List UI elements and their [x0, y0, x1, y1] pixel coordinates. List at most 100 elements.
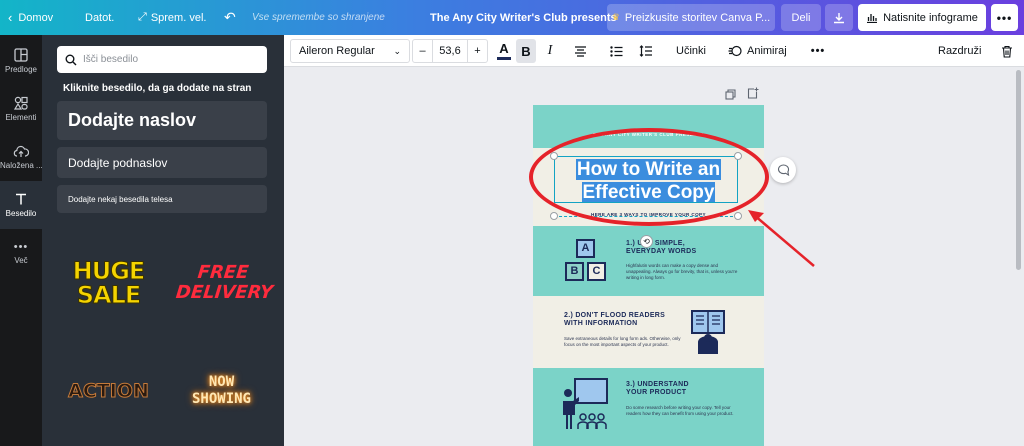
- font-family-select[interactable]: Aileron Regular ⌄: [290, 39, 410, 63]
- preset-free-delivery[interactable]: FREE DELIVERY: [169, 247, 274, 319]
- annotation-arrow-icon: [748, 210, 815, 267]
- chevron-down-icon: ⌄: [393, 45, 401, 56]
- home-link[interactable]: ‹ Domov: [8, 0, 53, 35]
- print-infographic-button[interactable]: Natisnite infograme: [858, 4, 986, 31]
- font-size-decrease[interactable]: –: [413, 40, 433, 62]
- upload-icon: [13, 145, 29, 157]
- rail-label: Elementi: [5, 113, 37, 122]
- text-color-button[interactable]: A: [494, 39, 514, 63]
- add-comment-button[interactable]: [770, 157, 796, 183]
- rail-label: Besedilo: [5, 209, 37, 218]
- font-size-value[interactable]: 53,6: [433, 45, 467, 57]
- text-panel: Kliknite besedilo, da ga dodate na stran…: [42, 35, 284, 446]
- preset-action[interactable]: ACTION: [56, 355, 161, 427]
- more-icon: •••: [13, 241, 29, 253]
- resize-label: Sprem. vel.: [150, 11, 207, 24]
- tip2-title-a: 2.) DON'T FLOOD READERS: [564, 312, 666, 319]
- search-icon: [65, 54, 77, 65]
- share-label: Deli: [791, 11, 811, 24]
- document-title[interactable]: The Any City Writer's Club presents: [430, 0, 617, 35]
- format-toolbar: Aileron Regular ⌄ – 53,6 + A B I Učinki …: [284, 35, 1024, 67]
- duplicate-page-button[interactable]: [725, 87, 736, 105]
- animate-label: Animiraj: [747, 45, 787, 57]
- line-spacing-icon: [639, 45, 652, 57]
- preset-label: ACTION: [68, 380, 150, 403]
- list-button[interactable]: [606, 39, 626, 63]
- block-c: C: [587, 262, 606, 281]
- effects-button[interactable]: Učinki: [676, 39, 706, 63]
- tip1-body[interactable]: Highfalutin words can make a copy dense …: [626, 263, 744, 281]
- rail-item-elements[interactable]: Elementi: [0, 85, 42, 133]
- abc-blocks-icon: A B C: [562, 239, 612, 289]
- preset-label: NOW SHOWING: [191, 374, 251, 407]
- panel-hint: Kliknite besedilo, da ga dodate na stran: [63, 83, 252, 94]
- presentation-icon: [563, 378, 608, 429]
- tip3-title-b: YOUR PRODUCT: [626, 389, 687, 396]
- comment-icon: [777, 164, 789, 176]
- bar-chart-icon: [867, 14, 878, 23]
- font-size-increase[interactable]: +: [467, 40, 487, 62]
- font-size-control: – 53,6 +: [412, 39, 488, 63]
- resize-handle-bl[interactable]: [550, 212, 558, 220]
- rotate-handle[interactable]: ⟲: [640, 235, 653, 248]
- home-label: Domov: [18, 11, 54, 24]
- alignment-button[interactable]: [570, 39, 590, 63]
- rail-label: Predloge: [4, 65, 38, 74]
- rail-item-more[interactable]: ••• Več: [0, 229, 42, 277]
- tip1-title-b: EVERYDAY WORDS: [626, 248, 697, 255]
- undo-button[interactable]: ↶: [224, 0, 236, 35]
- ungroup-button[interactable]: Razdruži: [938, 39, 981, 63]
- crown-icon: ♛: [611, 12, 620, 22]
- more-options-button[interactable]: •••: [991, 4, 1018, 31]
- more-format-button[interactable]: •••: [810, 39, 826, 63]
- spacing-button[interactable]: [636, 39, 656, 63]
- print-label: Natisnite infograme: [883, 11, 978, 24]
- text-icon: [16, 193, 26, 205]
- left-rail: Predloge Elementi Naložena ... Besedilo …: [0, 35, 42, 446]
- add-heading-button[interactable]: Dodajte naslov: [57, 101, 267, 140]
- text-color-swatch: [497, 56, 511, 60]
- tip3-body[interactable]: Do some research before writing your cop…: [626, 405, 744, 417]
- animate-button[interactable]: Animiraj: [728, 39, 787, 63]
- resize-menu[interactable]: ⤢ Sprem. vel.: [138, 0, 206, 35]
- share-button[interactable]: Deli: [781, 4, 821, 31]
- ellipsis-icon: •••: [996, 10, 1013, 25]
- rail-item-templates[interactable]: Predloge: [0, 37, 42, 85]
- template-icon: [14, 48, 28, 62]
- search-box: [57, 46, 267, 73]
- delete-button[interactable]: [998, 39, 1016, 63]
- resize-icon: ⤢: [138, 11, 147, 23]
- preset-now-showing[interactable]: NOW SHOWING: [169, 355, 274, 427]
- add-page-button[interactable]: [747, 86, 759, 104]
- rail-label: Naložena ...: [0, 160, 42, 170]
- canvas-scrollbar[interactable]: [1016, 70, 1021, 270]
- download-button[interactable]: [825, 4, 853, 31]
- chevron-left-icon: ‹: [8, 10, 13, 25]
- try-pro-label: Preizkusite storitev Canva P...: [624, 11, 771, 24]
- duplicate-icon: [725, 89, 736, 100]
- font-family-value: Aileron Regular: [299, 45, 375, 57]
- rotate-icon: ⟲: [643, 237, 650, 246]
- preset-huge-sale[interactable]: HUGE SALE: [56, 247, 161, 319]
- rail-item-text[interactable]: Besedilo: [0, 181, 42, 229]
- tip3-title[interactable]: 3.) UNDERSTAND YOUR PRODUCT: [626, 381, 689, 397]
- add-subheading-button[interactable]: Dodajte podnaslov: [57, 147, 267, 178]
- animate-icon: [728, 45, 742, 57]
- add-page-icon: [747, 87, 759, 99]
- try-pro-button[interactable]: ♛ Preizkusite storitev Canva P...: [607, 4, 775, 31]
- tip2-body[interactable]: Save extraneous details for long form ad…: [564, 336, 684, 348]
- italic-button[interactable]: I: [540, 39, 560, 63]
- undo-icon: ↶: [224, 9, 236, 25]
- tip1-title[interactable]: 1.) USE SIMPLE, EVERYDAY WORDS: [626, 240, 696, 256]
- add-body-button[interactable]: Dodajte nekaj besedila telesa: [57, 185, 267, 213]
- file-menu[interactable]: Datot.: [85, 0, 114, 35]
- bold-button[interactable]: B: [516, 39, 536, 63]
- search-input[interactable]: [83, 54, 253, 65]
- reading-book-icon: [691, 310, 725, 354]
- rail-item-uploads[interactable]: Naložena ...: [0, 133, 42, 181]
- tip2-title-b: WITH INFORMATION: [564, 320, 638, 327]
- tip2-title[interactable]: 2.) DON'T FLOOD READERS WITH INFORMATION: [564, 312, 665, 328]
- rail-label: Več: [14, 256, 28, 265]
- tip2-band: [533, 296, 764, 368]
- top-bar: ‹ Domov Datot. ⤢ Sprem. vel. ↶ Vse sprem…: [0, 0, 1024, 35]
